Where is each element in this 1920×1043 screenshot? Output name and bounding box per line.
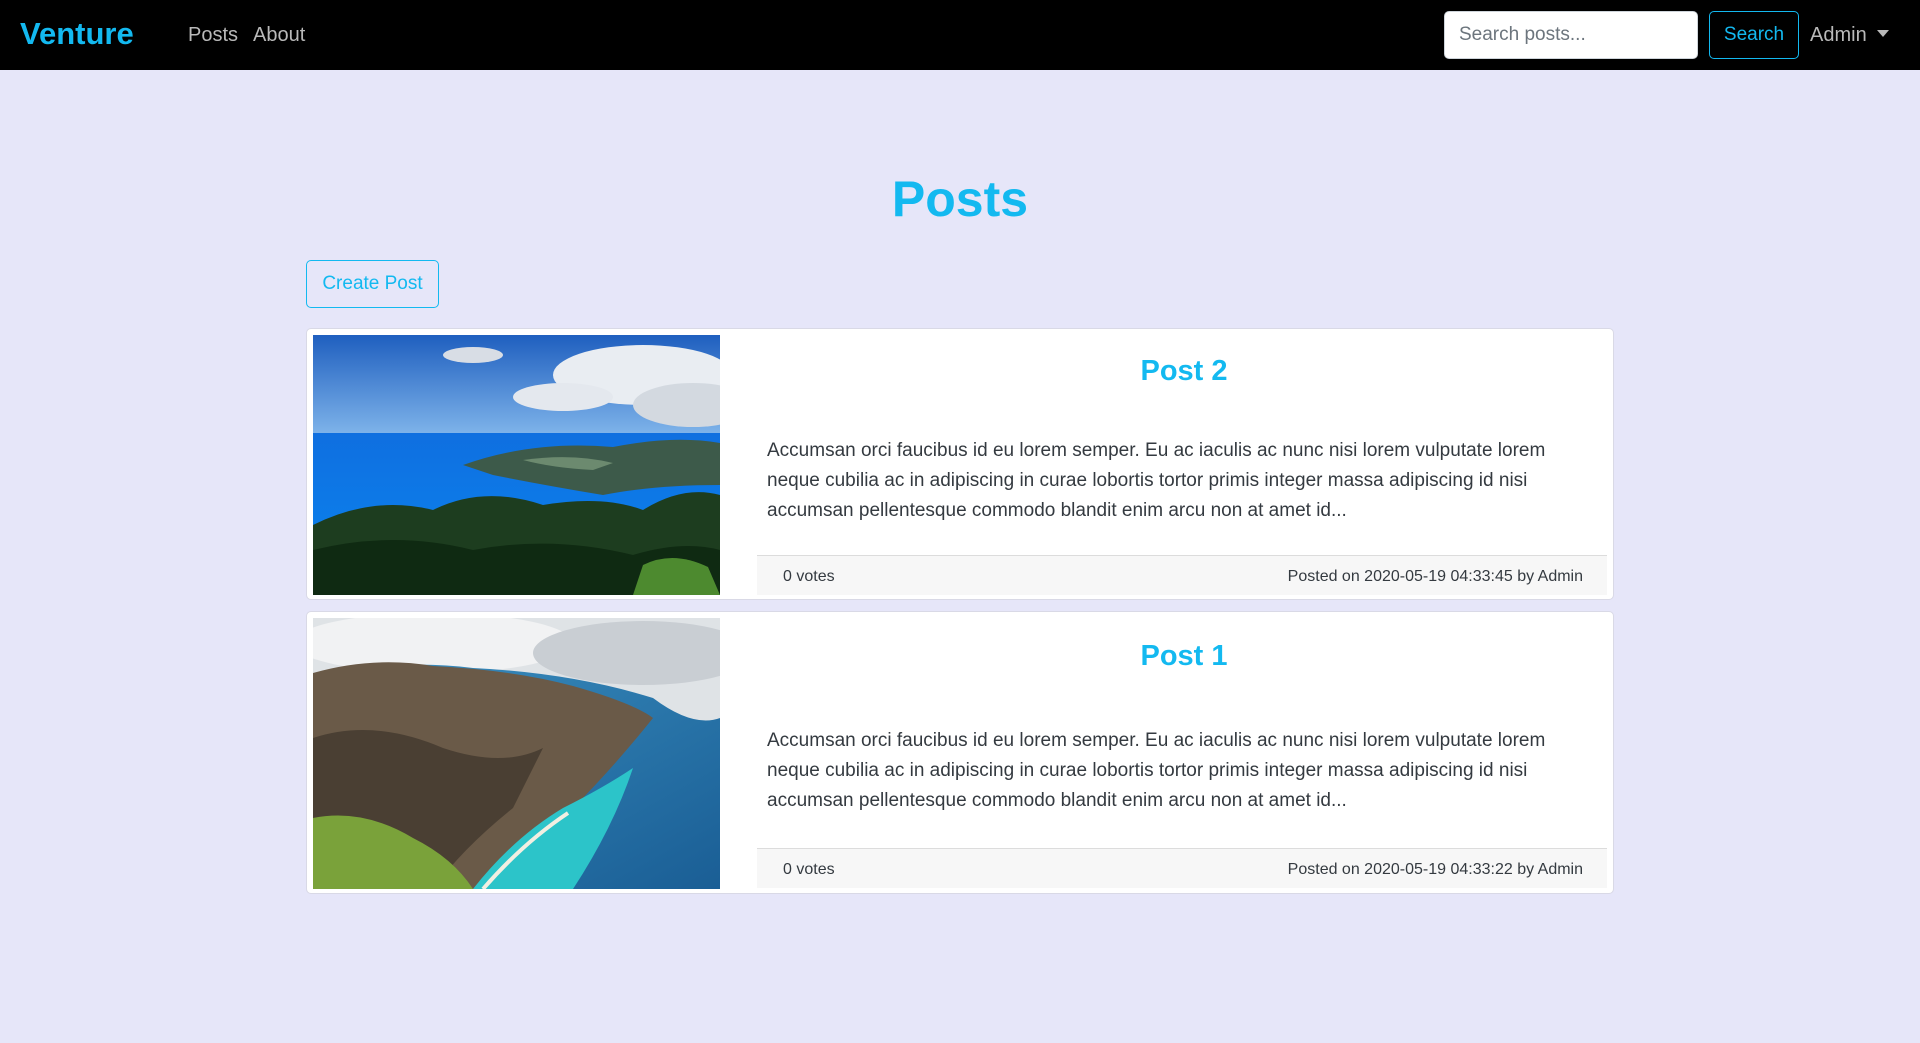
post-title[interactable]: Post 2 <box>757 355 1611 388</box>
post-excerpt: Accumsan orci faucibus id eu lorem sempe… <box>767 440 1546 521</box>
page-title: Posts <box>891 171 1029 227</box>
post-footer: 0 votes Posted on 2020-05-19 04:33:22 by… <box>757 848 1607 888</box>
nav-link-posts[interactable]: Posts <box>188 24 238 47</box>
admin-dropdown-label: Admin <box>1810 24 1867 46</box>
post-footer: 0 votes Posted on 2020-05-19 04:33:45 by… <box>757 555 1607 595</box>
post-card: Post 1 Accumsan orci faucibus id eu lore… <box>306 611 1614 894</box>
post-title[interactable]: Post 1 <box>757 640 1611 673</box>
post-votes: 0 votes <box>783 568 835 585</box>
post-excerpt: Accumsan orci faucibus id eu lorem sempe… <box>767 730 1546 811</box>
admin-dropdown[interactable]: Admin <box>1810 24 1889 47</box>
caret-down-icon <box>1876 30 1889 37</box>
post-meta: Posted on 2020-05-19 04:33:22 by Admin <box>1287 861 1583 878</box>
navbar: Venture Posts About Search Admin <box>0 0 1920 70</box>
search-input[interactable] <box>1444 11 1698 59</box>
search-button[interactable]: Search <box>1709 11 1799 59</box>
brand-logo[interactable]: Venture <box>20 16 134 52</box>
post-votes: 0 votes <box>783 861 835 878</box>
create-post-button[interactable]: Create Post <box>306 260 439 308</box>
nav-link-about[interactable]: About <box>253 24 305 47</box>
post-card: Post 2 Accumsan orci faucibus id eu lore… <box>306 328 1614 600</box>
post-meta: Posted on 2020-05-19 04:33:45 by Admin <box>1287 568 1583 585</box>
post-thumbnail[interactable] <box>313 618 720 889</box>
post-thumbnail[interactable] <box>313 335 720 595</box>
